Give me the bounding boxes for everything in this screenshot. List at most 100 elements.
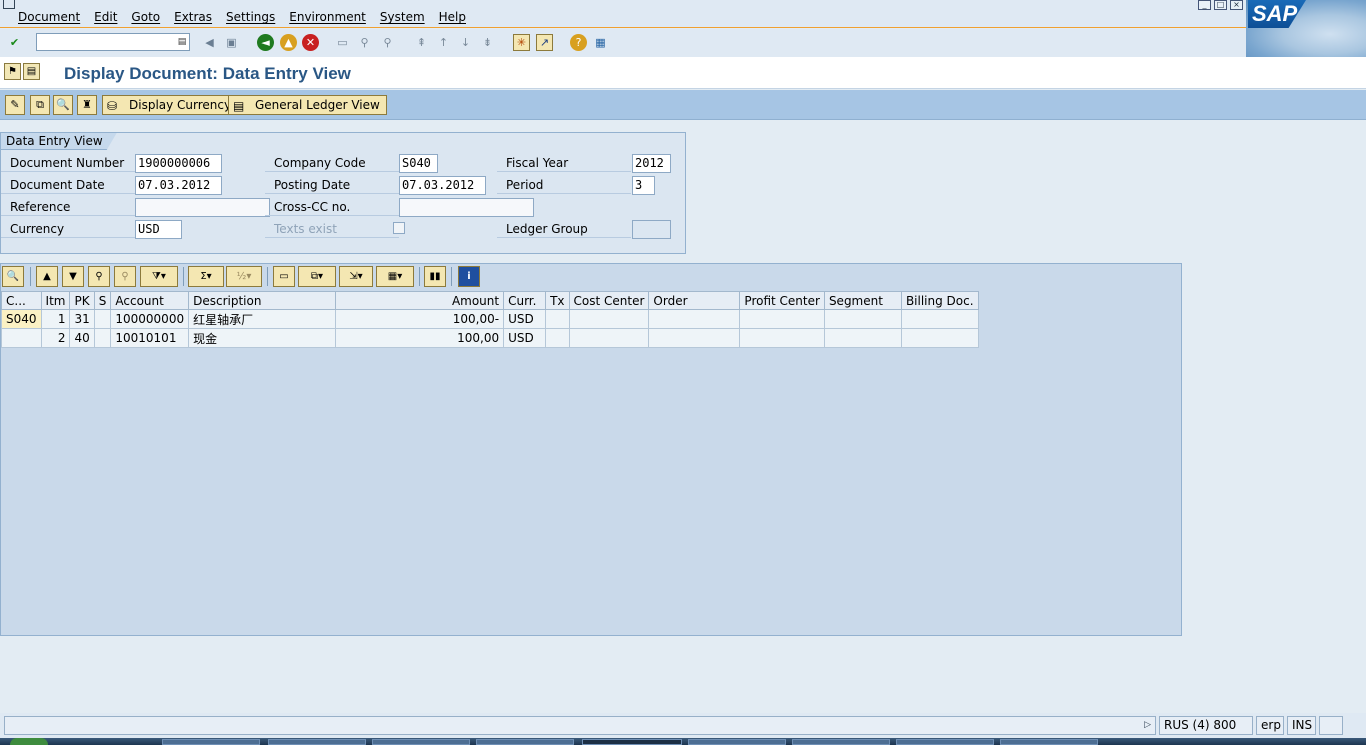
help-icon[interactable]: ? [570,34,587,51]
taskbar-item[interactable] [372,739,470,745]
column-header-amount[interactable]: Amount [335,291,505,310]
find-next-icon[interactable]: ⚲ [114,266,136,287]
system-menu-icon[interactable] [3,0,15,9]
last-page-icon[interactable]: ⇟ [479,34,496,51]
posting-date-field[interactable]: 07.03.2012 [399,176,486,195]
graphic-icon[interactable]: ▮▮ [424,266,446,287]
table-row[interactable]: S040 1 31 100000000 红星轴承厂 100,00- USD [1,309,979,329]
taskbar-item[interactable] [476,739,574,745]
sort-descending-icon[interactable]: ▼ [62,266,84,287]
cell-tax[interactable] [545,309,570,329]
exit-icon[interactable]: ▲ [280,34,297,51]
find-icon[interactable]: ⚲ [88,266,110,287]
cell-amount[interactable]: 100,00- [335,309,505,329]
column-header-segment[interactable]: Segment [823,291,902,310]
table-row[interactable]: 2 40 10010101 现金 100,00 USD [1,328,979,348]
document-number-field[interactable]: 1900000006 [135,154,222,173]
close-window-button[interactable]: × [1230,0,1243,10]
column-header-profit-center[interactable]: Profit Center [739,291,825,310]
currency-field[interactable]: USD [135,220,182,239]
column-header-tax[interactable]: Tx [545,291,570,310]
command-field[interactable]: ▤ [36,33,190,51]
cell-order[interactable] [648,328,741,348]
menu-settings[interactable]: Settings [226,10,275,24]
document-date-field[interactable]: 07.03.2012 [135,176,222,195]
cell-posting-key[interactable]: 31 [69,309,95,329]
cross-cc-field[interactable] [399,198,534,217]
cell-company-code[interactable] [1,328,42,348]
total-icon[interactable]: Σ▾ [188,266,224,287]
layout-icon[interactable]: ▦▾ [376,266,414,287]
filter-icon[interactable]: ⧩▾ [140,266,178,287]
previous-page-icon[interactable]: ↑ [435,34,452,51]
cell-amount[interactable]: 100,00 [335,328,505,348]
cell-segment[interactable] [823,309,902,329]
cell-item[interactable]: 1 [40,309,71,329]
back-icon[interactable]: ◄ [257,34,274,51]
menu-goto[interactable]: Goto [131,10,160,24]
cell-account[interactable]: 10010101 [110,328,190,348]
cell-company-code[interactable]: S040 [1,309,42,329]
taskbar-item[interactable] [688,739,786,745]
period-field[interactable]: 3 [632,176,655,195]
menu-system[interactable]: System [380,10,425,24]
cell-account[interactable]: 100000000 [110,309,190,329]
menu-document[interactable]: Document [18,10,80,24]
cell-profit-center[interactable] [739,309,825,329]
command-history-icon[interactable]: ▤ [176,35,188,49]
edit-icon[interactable]: ✎ [5,95,25,115]
taskbar-item[interactable] [268,739,366,745]
taskbar-item[interactable] [162,739,260,745]
document-overview-icon[interactable]: ⚑ [4,63,21,80]
hold-icon[interactable]: ♜ [77,95,97,115]
display-currency-button[interactable]: ⛁ Display Currency [102,95,239,115]
column-header-currency[interactable]: Curr. [503,291,547,310]
system-info-field[interactable]: RUS (4) 800 [1159,716,1253,735]
cell-segment[interactable] [823,328,902,348]
display-icon[interactable]: 🔍 [53,95,73,115]
menu-help[interactable]: Help [439,10,466,24]
layout-menu-icon[interactable]: ▦ [592,34,609,51]
cell-billing-doc[interactable] [900,328,979,348]
cell-description[interactable]: 现金 [188,328,337,348]
cell-order[interactable] [648,309,741,329]
enter-icon[interactable]: ✔ [6,34,23,51]
column-header-account[interactable]: Account [110,291,190,310]
next-page-icon[interactable]: ↓ [457,34,474,51]
start-button[interactable] [10,738,48,745]
find-next-icon[interactable]: ⚲ [379,34,396,51]
taskbar-item[interactable] [1000,739,1098,745]
cell-posting-key[interactable]: 40 [69,328,95,348]
first-page-icon[interactable]: ⇞ [413,34,430,51]
company-code-field[interactable]: S040 [399,154,438,173]
cell-status[interactable] [93,328,112,348]
cancel-icon[interactable]: ✕ [302,34,319,51]
column-header-billing-doc[interactable]: Billing Doc. [900,291,979,310]
export-icon[interactable]: ⇲▾ [339,266,373,287]
restore-button[interactable]: □ [1214,0,1227,10]
save-icon[interactable]: ▣ [223,34,240,51]
taskbar-item[interactable] [896,739,994,745]
reference-field[interactable] [135,198,270,217]
texts-exist-checkbox[interactable] [393,222,405,234]
column-header-description[interactable]: Description [188,291,337,310]
cell-billing-doc[interactable] [900,309,979,329]
minimize-button[interactable]: _ [1198,0,1211,10]
document-list-icon[interactable]: ▤ [23,63,40,80]
column-header-order[interactable]: Order [648,291,741,310]
shortcut-icon[interactable]: ↗ [536,34,553,51]
menu-environment[interactable]: Environment [289,10,366,24]
subtotal-icon[interactable]: ½▾ [226,266,262,287]
cell-currency[interactable]: USD [503,328,547,348]
other-document-icon[interactable]: ⧉ [30,95,50,115]
cell-profit-center[interactable] [739,328,825,348]
taskbar-item[interactable] [792,739,890,745]
menu-extras[interactable]: Extras [174,10,212,24]
ledger-group-field[interactable] [632,220,671,239]
column-header-cost-center[interactable]: Cost Center [568,291,650,310]
create-session-icon[interactable]: ✳ [513,34,530,51]
collapse-icon[interactable]: ◀ [201,34,218,51]
print-preview-icon[interactable]: ▭ [273,266,295,287]
menu-edit[interactable]: Edit [94,10,117,24]
details-icon[interactable]: 🔍 [2,266,24,287]
